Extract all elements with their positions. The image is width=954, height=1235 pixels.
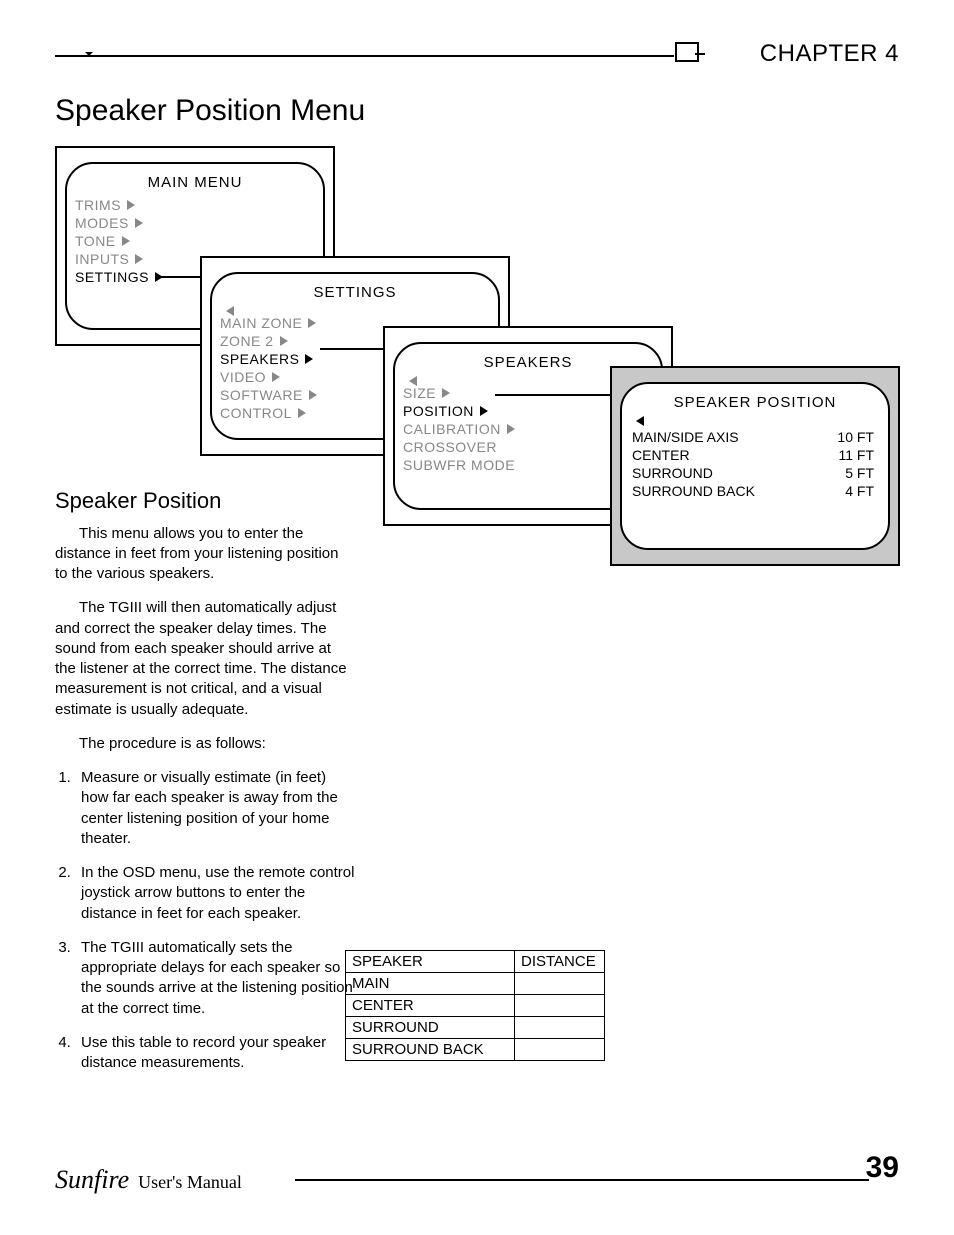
page-header: CHAPTER 4 xyxy=(55,50,899,76)
back-arrow-icon xyxy=(409,376,417,386)
table-row: CENTER xyxy=(346,995,605,1017)
page-footer: Sunfire User's Manual 39 xyxy=(55,1165,899,1195)
table-row: SURROUND BACK xyxy=(346,1039,605,1061)
menu-title-settings: SETTINGS xyxy=(220,284,490,301)
table-row: SURROUND xyxy=(346,1017,605,1039)
back-arrow-icon xyxy=(226,306,234,316)
table-header-speaker: SPEAKER xyxy=(346,951,515,973)
body-column: Speaker Position This menu allows you to… xyxy=(55,486,355,1087)
manual-label: User's Manual xyxy=(134,1172,242,1192)
list-item: In the OSD menu, use the remote control … xyxy=(75,863,355,924)
position-row-surround: SURROUND5 FT xyxy=(632,465,874,481)
menu-title-main: MAIN MENU xyxy=(75,174,315,191)
chevron-right-icon xyxy=(122,236,130,246)
procedure-list: Measure or visually estimate (in feet) h… xyxy=(55,768,355,1073)
chevron-right-icon xyxy=(305,354,313,364)
list-item: Use this table to record your speaker di… xyxy=(75,1033,355,1074)
chevron-right-icon xyxy=(272,372,280,382)
position-row-surround-back: SURROUND BACK4 FT xyxy=(632,483,874,499)
menu-item-tone: TONE xyxy=(75,233,315,249)
paragraph: The TGIII will then automatically adjust… xyxy=(55,598,355,720)
chevron-right-icon xyxy=(442,388,450,398)
brand-logo: Sunfire xyxy=(55,1165,129,1194)
paragraph: The procedure is as follows: xyxy=(55,734,355,754)
chevron-right-icon xyxy=(135,254,143,264)
chevron-right-icon xyxy=(507,424,515,434)
menu-diagram: MAIN MENU TRIMS MODES TONE INPUTS SETTIN… xyxy=(55,146,899,561)
osd-speaker-position-menu: SPEAKER POSITION MAIN/SIDE AXIS10 FT CEN… xyxy=(610,366,900,566)
menu-item-modes: MODES xyxy=(75,215,315,231)
list-item: Measure or visually estimate (in feet) h… xyxy=(75,768,355,849)
chapter-label: CHAPTER 4 xyxy=(760,40,899,68)
list-item: The TGIII automatically sets the appropr… xyxy=(75,938,355,1019)
chevron-right-icon xyxy=(280,336,288,346)
page-number: 39 xyxy=(866,1151,899,1185)
page-title: Speaker Position Menu xyxy=(55,94,899,128)
table-header-distance: DISTANCE xyxy=(515,951,605,973)
table-row: SPEAKER DISTANCE xyxy=(346,951,605,973)
position-row-main: MAIN/SIDE AXIS10 FT xyxy=(632,429,874,445)
chevron-right-icon xyxy=(308,318,316,328)
menu-title-position: SPEAKER POSITION xyxy=(630,394,880,411)
chevron-right-icon xyxy=(135,218,143,228)
distance-table: SPEAKER DISTANCE MAIN CENTER SURROUND SU… xyxy=(345,950,605,1061)
chevron-right-icon xyxy=(309,390,317,400)
back-arrow-icon xyxy=(636,416,644,426)
position-row-center: CENTER11 FT xyxy=(632,447,874,463)
chevron-right-icon xyxy=(127,200,135,210)
chevron-right-icon xyxy=(298,408,306,418)
menu-item-trims: TRIMS xyxy=(75,197,315,213)
table-row: MAIN xyxy=(346,973,605,995)
chevron-right-icon xyxy=(480,406,488,416)
